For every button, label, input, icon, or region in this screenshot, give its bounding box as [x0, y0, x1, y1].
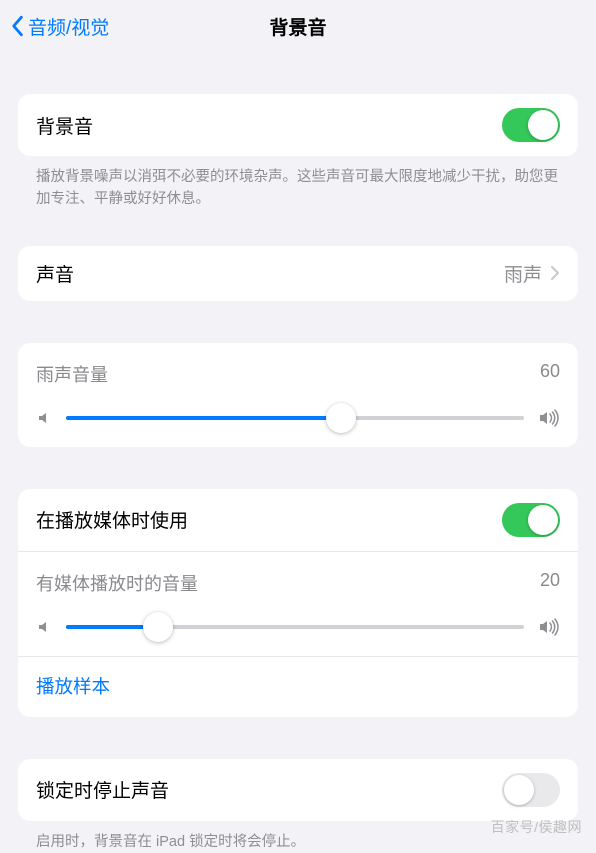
chevron-right-icon: [550, 265, 560, 281]
master-row: 背景音: [18, 94, 578, 156]
master-group: 背景音: [18, 94, 578, 156]
volume-thumb[interactable]: [326, 403, 356, 433]
sound-row[interactable]: 声音 雨声: [18, 246, 578, 301]
media-volume-section: 有媒体播放时的音量 20: [18, 551, 578, 656]
volume-group: 雨声音量 60: [18, 343, 578, 447]
media-vol-value: 20: [540, 570, 560, 596]
media-thumb[interactable]: [143, 612, 173, 642]
volume-label: 雨声音量: [36, 361, 108, 387]
sound-value: 雨声: [504, 260, 542, 287]
volume-fill: [66, 416, 341, 420]
volume-high-icon: [538, 618, 560, 636]
play-sample-button[interactable]: 播放样本: [18, 656, 578, 717]
media-use-label: 在播放媒体时使用: [36, 506, 502, 533]
volume-high-icon: [538, 409, 560, 427]
media-slider[interactable]: [66, 625, 524, 629]
volume-low-icon: [36, 619, 52, 635]
lock-row: 锁定时停止声音: [18, 759, 578, 821]
volume-value: 60: [540, 361, 560, 387]
master-label: 背景音: [36, 112, 502, 139]
nav-bar: 音频/视觉 背景音: [0, 0, 596, 52]
media-vol-label: 有媒体播放时的音量: [36, 570, 198, 596]
media-use-row: 在播放媒体时使用: [18, 489, 578, 551]
back-label: 音频/视觉: [28, 13, 109, 40]
lock-group: 锁定时停止声音: [18, 759, 578, 821]
content: 背景音 播放背景噪声以消弭不必要的环境杂声。这些声音可最大限度地减少干扰，助您更…: [0, 94, 596, 853]
lock-label: 锁定时停止声音: [36, 776, 502, 803]
master-footer: 播放背景噪声以消弭不必要的环境杂声。这些声音可最大限度地减少干扰，助您更加专注、…: [18, 156, 578, 211]
volume-section: 雨声音量 60: [18, 343, 578, 447]
lock-toggle[interactable]: [502, 773, 560, 807]
chevron-left-icon: [10, 14, 28, 38]
back-button[interactable]: 音频/视觉: [10, 13, 109, 40]
volume-low-icon: [36, 410, 52, 426]
sound-group: 声音 雨声: [18, 246, 578, 301]
master-toggle[interactable]: [502, 108, 560, 142]
sound-label: 声音: [36, 260, 504, 287]
lock-footer: 启用时，背景音在 iPad 锁定时将会停止。: [18, 821, 578, 853]
volume-slider[interactable]: [66, 416, 524, 420]
media-use-toggle[interactable]: [502, 503, 560, 537]
media-group: 在播放媒体时使用 有媒体播放时的音量 20 播放样本: [18, 489, 578, 717]
